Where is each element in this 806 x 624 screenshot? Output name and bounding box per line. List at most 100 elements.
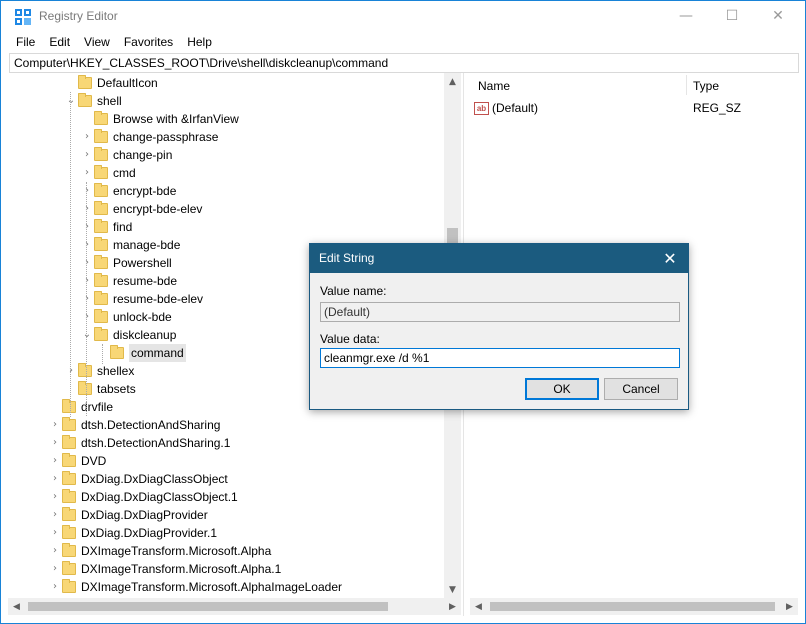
tree-horizontal-scrollbar[interactable]: ◀ ▶ (8, 598, 461, 615)
scroll-right-icon[interactable]: ▶ (781, 598, 798, 615)
cancel-button[interactable]: Cancel (604, 378, 678, 400)
chevron-down-icon[interactable]: ⌄ (80, 326, 94, 344)
menu-favorites[interactable]: Favorites (117, 33, 180, 51)
dialog-close-icon[interactable]: ✕ (660, 248, 680, 268)
folder-icon (62, 525, 76, 539)
chevron-right-icon[interactable]: › (48, 506, 62, 524)
folder-icon (94, 273, 108, 287)
tree-item[interactable]: › encrypt-bde (80, 182, 176, 200)
address-bar[interactable]: Computer\HKEY_CLASSES_ROOT\Drive\shell\d… (9, 53, 799, 73)
tree-item[interactable]: › resume-bde-elev (80, 290, 203, 308)
folder-icon (94, 309, 108, 323)
tree-item[interactable]: ⌄ diskcleanup (80, 326, 176, 344)
tree-item[interactable]: › change-passphrase (80, 128, 218, 146)
tree-hscroll-thumb[interactable] (28, 602, 388, 611)
chevron-right-icon[interactable]: › (48, 434, 62, 452)
minimize-button[interactable]: — (663, 1, 709, 31)
tree-item-label: DxDiag.DxDiagProvider (81, 508, 208, 522)
tree-item[interactable]: › unlock-bde (80, 308, 172, 326)
column-separator[interactable] (686, 75, 687, 95)
chevron-right-icon[interactable]: › (48, 524, 62, 542)
tree-item[interactable]: › change-pin (80, 146, 172, 164)
chevron-right-icon[interactable]: › (80, 308, 94, 326)
chevron-right-icon[interactable]: › (48, 578, 62, 596)
menu-file[interactable]: File (1, 33, 42, 51)
chevron-right-icon[interactable]: › (48, 542, 62, 560)
menu-help[interactable]: Help (180, 33, 219, 51)
tree-item-label: encrypt-bde (113, 184, 177, 198)
scroll-left-icon[interactable]: ◀ (470, 598, 487, 615)
chevron-right-icon[interactable]: › (48, 452, 62, 470)
tree-item[interactable]: command (96, 344, 186, 362)
tree-item[interactable]: › DxDiag.DxDiagClassObject (48, 470, 228, 488)
chevron-right-icon[interactable]: › (80, 200, 94, 218)
tree-item[interactable]: › DVD (48, 452, 106, 470)
values-hscroll-thumb[interactable] (490, 602, 775, 611)
menu-edit[interactable]: Edit (42, 33, 77, 51)
menu-view[interactable]: View (77, 33, 117, 51)
chevron-right-icon[interactable]: › (80, 182, 94, 200)
tree-item[interactable]: › manage-bde (80, 236, 180, 254)
chevron-right-icon[interactable]: › (48, 416, 62, 434)
scroll-up-icon[interactable]: ▲ (444, 73, 461, 90)
chevron-right-icon[interactable]: › (80, 218, 94, 236)
tree-item[interactable]: › DXImageTransform.Microsoft.Alpha.1 (48, 560, 281, 578)
string-value-icon: ab (474, 101, 489, 115)
value-data-input[interactable]: cleanmgr.exe /d %1 (320, 348, 680, 368)
close-button[interactable]: ✕ (755, 1, 801, 31)
chevron-right-icon[interactable]: › (80, 254, 94, 272)
tree-item[interactable]: › DxDiag.DxDiagProvider.1 (48, 524, 217, 542)
tree-item-label: DefaultIcon (97, 76, 158, 90)
tree-item[interactable]: › encrypt-bde-elev (80, 200, 202, 218)
column-header-type[interactable]: Type (693, 77, 719, 95)
folder-icon (94, 327, 108, 341)
tree-item[interactable]: › DXImageTransform.Microsoft.AlphaImageLo… (48, 578, 342, 596)
tree-item-label: Browse with &IrfanView (113, 112, 239, 126)
tree-item[interactable]: Browse with &IrfanView (80, 110, 239, 128)
folder-icon (62, 453, 76, 467)
tree-connector-line (102, 344, 103, 364)
chevron-right-icon[interactable]: › (48, 560, 62, 578)
scroll-down-icon[interactable]: ▼ (444, 581, 461, 598)
tree-item[interactable]: › DxDiag.DxDiagProvider (48, 506, 208, 524)
tree-item[interactable]: › cmd (80, 164, 136, 182)
chevron-right-icon[interactable]: › (80, 290, 94, 308)
scroll-right-icon[interactable]: ▶ (444, 598, 461, 615)
chevron-right-icon[interactable]: › (80, 272, 94, 290)
folder-icon (62, 399, 76, 413)
tree-item[interactable]: › dtsh.DetectionAndSharing (48, 416, 220, 434)
scroll-left-icon[interactable]: ◀ (8, 598, 25, 615)
tree-item[interactable]: › find (80, 218, 132, 236)
chevron-down-icon[interactable]: ⌄ (64, 92, 78, 110)
tree-item[interactable]: › Powershell (80, 254, 172, 272)
tree-item[interactable]: drvfile (48, 398, 113, 416)
folder-icon (94, 129, 108, 143)
column-header-name[interactable]: Name (478, 77, 510, 95)
value-name-field: (Default) (320, 302, 680, 322)
chevron-right-icon[interactable]: › (48, 470, 62, 488)
tree-item[interactable]: › DxDiag.DxDiagClassObject.1 (48, 488, 238, 506)
chevron-right-icon[interactable]: › (64, 362, 78, 380)
tree-item[interactable]: › DXImageTransform.Microsoft.Alpha (48, 542, 271, 560)
list-item[interactable]: ab (Default) (474, 99, 538, 117)
window-title: Registry Editor (39, 9, 118, 23)
tree-item[interactable]: › resume-bde (80, 272, 177, 290)
chevron-right-icon[interactable]: › (80, 128, 94, 146)
tree-item[interactable]: › dtsh.DetectionAndSharing.1 (48, 434, 230, 452)
dialog-title-bar: Edit String ✕ (310, 244, 688, 273)
tree-item[interactable]: DefaultIcon (64, 74, 158, 92)
chevron-right-icon[interactable]: › (48, 488, 62, 506)
no-chevron (64, 380, 78, 398)
folder-icon (94, 255, 108, 269)
tree-item-label: unlock-bde (113, 310, 172, 324)
ok-button[interactable]: OK (525, 378, 599, 400)
maximize-button[interactable]: ☐ (709, 1, 755, 31)
tree-item[interactable]: › shellex (64, 362, 134, 380)
chevron-right-icon[interactable]: › (80, 164, 94, 182)
chevron-right-icon[interactable]: › (80, 146, 94, 164)
tree-item[interactable]: tabsets (64, 380, 136, 398)
tree-item[interactable]: ⌄ shell (64, 92, 122, 110)
values-horizontal-scrollbar[interactable]: ◀ ▶ (470, 598, 798, 615)
chevron-right-icon[interactable]: › (80, 236, 94, 254)
tree-item-label: Powershell (113, 256, 172, 270)
